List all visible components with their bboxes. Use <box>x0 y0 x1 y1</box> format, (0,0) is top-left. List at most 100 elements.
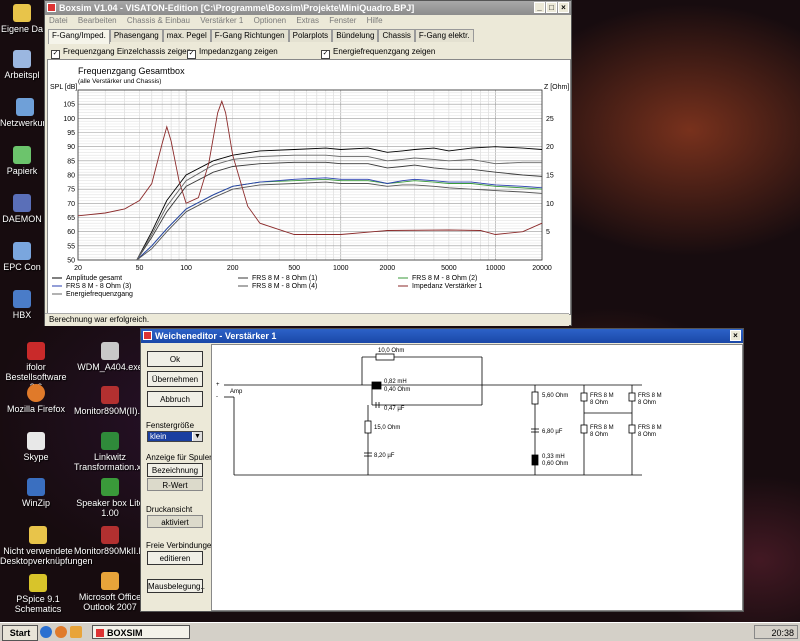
desktop-icon-arbeitsplatz[interactable]: Arbeitspl <box>0 50 44 80</box>
weichen-titlebar[interactable]: Weicheneditor - Verstärker 1 × <box>141 329 743 343</box>
r-wert-button[interactable]: R-Wert <box>147 478 203 491</box>
quick-launch-outlook-icon[interactable] <box>70 626 82 638</box>
x-tick-label: 2000 <box>380 265 396 272</box>
desktop-icon-winzip[interactable]: WinZip <box>0 478 72 508</box>
desktop-icon-papierkorb[interactable]: Papierk <box>0 146 44 176</box>
desktop-icon-pspice[interactable]: PSpice 9.1 Schematics <box>0 574 76 614</box>
tab-max-pegel[interactable]: max. Pegel <box>162 29 211 42</box>
start-button[interactable]: Start <box>2 625 38 641</box>
svg-text:FRS 8 M: FRS 8 M <box>590 425 614 431</box>
tab-buendelung[interactable]: Bündelung <box>332 29 379 42</box>
checkbox-impedanzgang[interactable]: ✓ Impedanzgang zeigen <box>187 47 278 59</box>
inductor-l2[interactable] <box>531 454 539 466</box>
desktop-icon-daemon[interactable]: DAEMON <box>0 194 44 224</box>
menu-bearbeiten[interactable]: Bearbeiten <box>78 16 117 25</box>
menu-datei[interactable]: Datei <box>49 16 68 25</box>
tab-chassis[interactable]: Chassis <box>378 29 415 42</box>
desktop-icon-outlook[interactable]: Microsoft Office Outlook 2007 <box>74 572 146 612</box>
menu-fenster[interactable]: Fenster <box>329 16 356 25</box>
desktop-icon-monitor890m-ii[interactable]: Monitor890M(II).BPJ <box>74 386 157 416</box>
maximize-button[interactable]: □ <box>546 2 557 13</box>
l1-label: 0,82 mH <box>384 379 407 385</box>
winzip-icon <box>27 478 45 496</box>
legend-label: Energiefrequenzgang <box>66 291 133 298</box>
desktop-icon-skype[interactable]: Skype <box>0 432 72 462</box>
tray-clock[interactable]: 20:38 <box>771 628 794 638</box>
y-tick-label: 70 <box>67 201 75 208</box>
desktop-icon-firefox[interactable]: Mozilla Firefox <box>0 384 72 414</box>
tab-fgang-elektr[interactable]: F-Gang elektr. <box>414 29 474 42</box>
amp-plus: + <box>216 382 220 388</box>
series-line-5 <box>136 181 543 261</box>
x-tick-label: 20000 <box>532 265 552 272</box>
speaker-2[interactable]: FRS 8 M 8 Ohm <box>628 392 662 406</box>
resistor-r3[interactable] <box>531 391 539 405</box>
druckansicht-toggle[interactable]: aktiviert <box>147 515 203 528</box>
desktop-icon-eigene-dateien[interactable]: Eigene Da <box>0 4 44 34</box>
menu-extras[interactable]: Extras <box>296 16 319 25</box>
weichen-close-button[interactable]: × <box>730 330 741 341</box>
outlook-icon <box>101 572 119 590</box>
speaker-4[interactable]: FRS 8 M 8 Ohm <box>628 424 662 438</box>
desktop-icon-speaker-box[interactable]: Speaker box Lite 1.00 <box>74 478 146 518</box>
chevron-down-icon[interactable]: ▼ <box>193 432 202 441</box>
x-tick-label: 50 <box>136 265 144 272</box>
desktop-icon-monitor890mkii[interactable]: Monitor890MkII.BPJ <box>74 526 155 556</box>
checkbox-einzelchassis[interactable]: ✓ Frequenzgang Einzelchassis zeigen <box>51 47 191 59</box>
x-tick-label: 1000 <box>333 265 349 272</box>
freie-verbindungen-label: Freie Verbindungen <box>146 541 216 550</box>
desktop-icon-wdm[interactable]: WDM_A404.exe <box>74 342 146 372</box>
boxsim-task-icon <box>96 629 104 637</box>
weichen-app-icon <box>143 331 152 340</box>
menu-verstaerker[interactable]: Verstärker 1 <box>200 16 243 25</box>
desktop-icon-epc[interactable]: EPC Con <box>0 242 44 272</box>
fenstergroesse-value: klein <box>148 432 192 441</box>
quick-launch-ie-icon[interactable] <box>40 626 52 638</box>
inductor-l1[interactable] <box>371 381 382 390</box>
checkbox-box[interactable]: ✓ <box>321 50 330 59</box>
main-titlebar[interactable]: Boxsim V1.04 - VISATON-Edition [C:\Progr… <box>45 1 571 15</box>
resistor-r1[interactable] <box>375 353 395 361</box>
svg-text:FRS 8 M: FRS 8 M <box>638 425 662 431</box>
checkbox-box[interactable]: ✓ <box>51 50 60 59</box>
x-tick-label: 10000 <box>486 265 506 272</box>
r3-label: 5,60 Ohm <box>542 393 568 399</box>
tab-phasengang[interactable]: Phasengang <box>109 29 163 42</box>
ok-button[interactable]: Ok <box>147 351 203 367</box>
l2-label: 0,33 mH <box>542 454 565 460</box>
fenstergroesse-select[interactable]: klein ▼ <box>147 431 203 442</box>
bezeichnung-button[interactable]: Bezeichnung <box>147 463 203 477</box>
tab-fgang-richtungen[interactable]: F-Gang Richtungen <box>210 29 289 42</box>
close-button[interactable]: × <box>558 2 569 13</box>
checkbox-box[interactable]: ✓ <box>187 50 196 59</box>
speaker-1[interactable]: FRS 8 M 8 Ohm <box>580 392 614 406</box>
skype-icon <box>27 432 45 450</box>
desktop-icon-netzwerk[interactable]: Netzwerkum <box>0 98 50 128</box>
svg-text:8 Ohm: 8 Ohm <box>638 400 656 406</box>
y-tick-label: 55 <box>67 243 75 250</box>
menu-optionen[interactable]: Optionen <box>254 16 286 25</box>
legend-label: FRS 8 M - 8 Ohm (3) <box>66 283 131 290</box>
minimize-button[interactable]: _ <box>534 2 545 13</box>
menu-hilfe[interactable]: Hilfe <box>367 16 383 25</box>
checkbox-energiefrequenzgang[interactable]: ✓ Energiefrequenzgang zeigen <box>321 47 435 59</box>
mausbelegung-button[interactable]: Mausbelegung.. <box>147 579 205 593</box>
desktop-icon-linkwitz[interactable]: Linkwitz Transformation.xls <box>74 432 148 472</box>
tab-polarplots[interactable]: Polarplots <box>288 29 333 42</box>
y2-tick-label: 5 <box>546 229 550 236</box>
quick-launch-firefox-icon[interactable] <box>55 626 67 638</box>
taskbar-item-boxsim[interactable]: BOXSIM <box>92 625 190 639</box>
tab-fgang-imped[interactable]: F-Gang/Imped. <box>48 29 110 44</box>
x-tick-label: 20 <box>74 265 82 272</box>
desktop-icon-nicht-verwendete[interactable]: Nicht verwendete Desktopverknüpfungen <box>0 526 93 566</box>
legend-label: Amplitude gesamt <box>66 275 122 282</box>
menu-chassis-einbau[interactable]: Chassis & Einbau <box>127 16 190 25</box>
uebernehmen-button[interactable]: Übernehmen <box>147 371 203 387</box>
abbruch-button[interactable]: Abbruch <box>147 391 203 407</box>
resistor-r2[interactable] <box>364 420 372 434</box>
weicheneditor-window: Weicheneditor - Verstärker 1 × Ok Überne… <box>140 328 744 612</box>
speaker-3[interactable]: FRS 8 M 8 Ohm <box>580 424 614 438</box>
schematic-panel: + - Amp 10,0 Ohm 0,82 mH 0,40 Ohm 0,47 µ… <box>211 344 743 611</box>
desktop-icon-hbx[interactable]: HBX <box>0 290 44 320</box>
editieren-button[interactable]: editieren <box>147 551 203 565</box>
